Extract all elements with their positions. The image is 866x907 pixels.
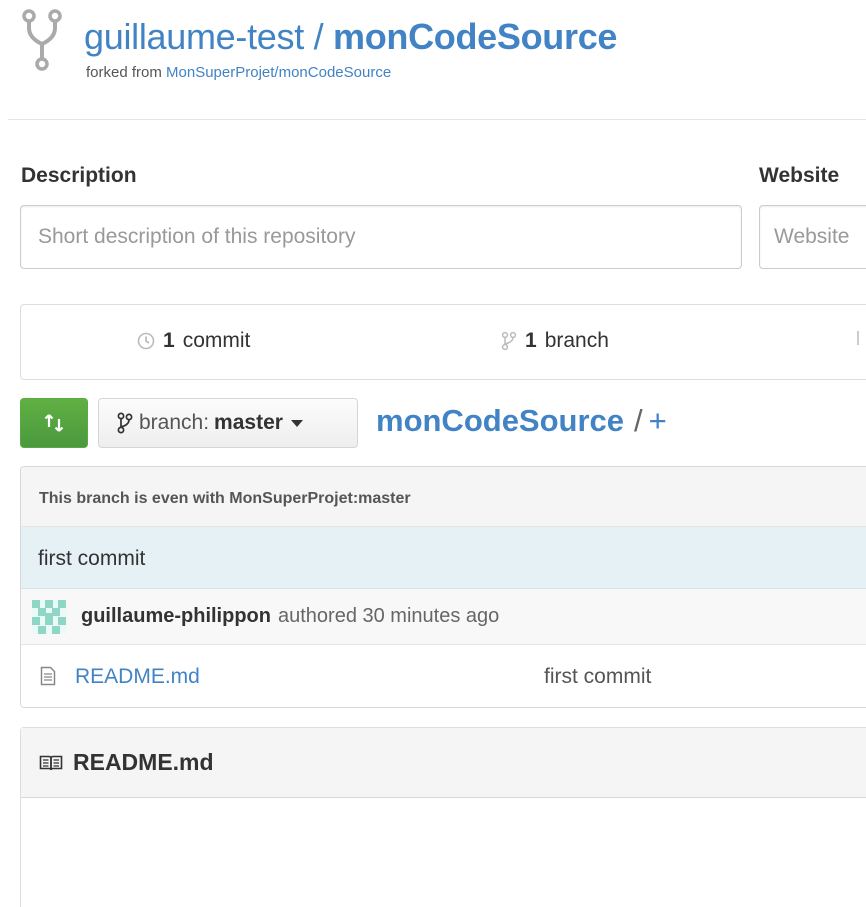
file-text-icon xyxy=(40,666,56,686)
repo-name-link[interactable]: monCodeSource xyxy=(333,16,617,57)
branch-name: master xyxy=(214,411,283,434)
header-divider xyxy=(8,119,866,120)
repo-owner-link[interactable]: guillaume-test xyxy=(84,16,304,57)
chevron-down-icon xyxy=(290,419,303,427)
website-input[interactable] xyxy=(759,205,866,269)
breadcrumb-root-link[interactable]: monCodeSource xyxy=(376,403,624,438)
book-icon xyxy=(39,755,63,770)
repo-title-separator: / xyxy=(313,16,324,57)
readme-title: README.md xyxy=(73,749,214,775)
description-input[interactable] xyxy=(20,205,742,269)
branches-link[interactable]: 1 branch xyxy=(501,329,609,353)
branches-label: branch xyxy=(544,329,609,352)
commit-message-link[interactable]: first commit xyxy=(38,547,145,570)
breadcrumb: monCodeSource / + xyxy=(376,403,667,439)
add-file-link[interactable]: + xyxy=(649,403,667,438)
commits-count: 1 xyxy=(163,329,175,352)
compare-icon xyxy=(44,414,64,432)
commits-link[interactable]: 1 commit xyxy=(137,329,250,353)
commit-author-link[interactable]: guillaume-philippon xyxy=(81,605,271,628)
git-branch-icon xyxy=(501,331,517,351)
forked-source-link[interactable]: MonSuperProjet/monCodeSource xyxy=(166,64,391,81)
website-label: Website xyxy=(759,164,840,187)
branches-count: 1 xyxy=(525,329,537,352)
next-stat-edge xyxy=(857,331,859,345)
git-branch-icon xyxy=(117,412,133,434)
branch-select-button[interactable]: branch: master xyxy=(98,398,358,448)
table-row: README.md first commit xyxy=(21,645,866,707)
numbers-summary: 1 commit 1 branch xyxy=(20,304,866,380)
history-icon xyxy=(137,332,155,350)
breadcrumb-separator: / xyxy=(634,403,643,438)
commits-label: commit xyxy=(182,329,251,352)
fork-icon xyxy=(22,9,62,71)
readme-panel: README.md xyxy=(20,727,866,907)
forked-from-prefix: forked from xyxy=(86,64,162,81)
file-name-link[interactable]: README.md xyxy=(75,665,200,689)
repo-title: guillaume-test / monCodeSource xyxy=(84,16,617,58)
branch-prefix: branch: xyxy=(139,411,210,434)
description-label: Description xyxy=(21,164,137,187)
file-commit-message-link[interactable]: first commit xyxy=(544,665,651,689)
forked-from: forked from MonSuperProjet/monCodeSource xyxy=(86,64,391,81)
commit-meta: guillaume-philippon authored 30 minutes … xyxy=(21,589,866,645)
file-list-box: This branch is even with MonSuperProjet:… xyxy=(20,466,866,708)
commit-title: first commit xyxy=(21,527,866,589)
branch-status-tease: This branch is even with MonSuperProjet:… xyxy=(21,467,866,527)
compare-button[interactable] xyxy=(20,398,88,448)
readme-header: README.md xyxy=(21,728,866,798)
commit-authored-time: authored 30 minutes ago xyxy=(277,605,500,627)
avatar[interactable] xyxy=(32,599,66,634)
